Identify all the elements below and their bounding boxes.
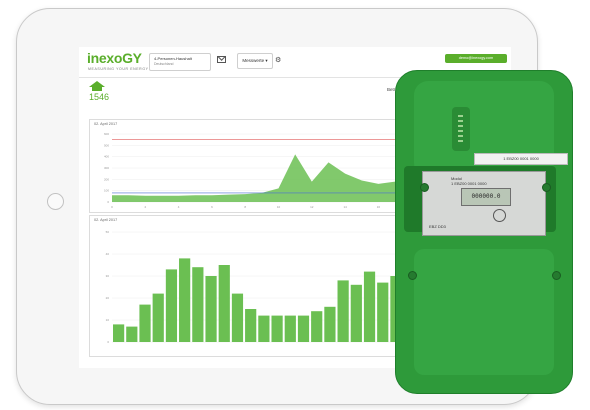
consumption-bar bbox=[297, 315, 310, 342]
y-tick-label: 30 bbox=[106, 274, 110, 278]
x-tick-label: 2 bbox=[144, 205, 146, 209]
y-tick-label: 300 bbox=[104, 166, 109, 170]
consumption-bar bbox=[258, 315, 270, 342]
y-tick-label: 200 bbox=[104, 177, 109, 181]
consumption-bar bbox=[363, 271, 376, 342]
consumption-bar bbox=[139, 304, 151, 342]
measure-dropdown[interactable]: Messwerte ▾ bbox=[237, 53, 273, 69]
settings-icon[interactable]: ⚙ bbox=[275, 56, 281, 64]
led-indicator bbox=[458, 120, 463, 122]
user-email-button[interactable]: demo@inexogy.com bbox=[445, 54, 507, 63]
meter-serial: 1 EBZ00 0001 0000 bbox=[451, 181, 487, 186]
screw-icon bbox=[552, 271, 561, 280]
consumption-bar bbox=[377, 282, 389, 342]
led-indicator bbox=[458, 140, 463, 142]
power-chart-title: 02. April 2017 bbox=[94, 122, 118, 126]
mail-icon[interactable] bbox=[217, 56, 226, 63]
consumption-bar bbox=[179, 258, 191, 342]
led-strip bbox=[452, 107, 470, 151]
y-tick-label: 0 bbox=[107, 200, 109, 204]
meter-dial-icon bbox=[493, 209, 506, 222]
consumption-bar bbox=[245, 309, 257, 342]
screw-icon bbox=[542, 183, 551, 192]
meter-display: 000000.0 bbox=[461, 188, 511, 206]
consumption-bar bbox=[284, 315, 296, 342]
led-indicator bbox=[458, 130, 463, 132]
house-icon bbox=[89, 81, 105, 91]
consumption-bar bbox=[192, 267, 204, 342]
x-tick-label: 12 bbox=[310, 205, 314, 209]
consumption-bar bbox=[324, 306, 336, 342]
home-button[interactable] bbox=[47, 193, 64, 210]
consumption-bar bbox=[311, 311, 323, 342]
brand-logo[interactable]: inexoGY bbox=[87, 50, 142, 66]
y-tick-label: 400 bbox=[104, 155, 109, 159]
led-indicator bbox=[458, 125, 463, 127]
consumption-chart-title: 02. April 2017 bbox=[94, 218, 118, 222]
x-tick-label: 4 bbox=[178, 205, 180, 209]
consumption-bar bbox=[231, 293, 244, 342]
x-tick-label: 16 bbox=[377, 205, 381, 209]
consumption-bar bbox=[113, 324, 125, 342]
household-country: Deutschland bbox=[154, 62, 174, 66]
y-tick-label: 50 bbox=[106, 230, 110, 234]
consumption-bar bbox=[152, 293, 164, 342]
serial-label: 1 EBZ00 0001 0000 bbox=[474, 153, 568, 165]
smart-meter-device: 1 EBZ00 0001 0000 Modul 1 EBZ00 0001 000… bbox=[395, 70, 573, 394]
led-indicator bbox=[458, 135, 463, 137]
household-name: 4-Personen-Haushalt bbox=[154, 56, 192, 61]
y-tick-label: 10 bbox=[106, 318, 110, 322]
device-bottom-cover bbox=[414, 249, 554, 375]
meter-face: Modul 1 EBZ00 0001 0000 000000.0 EBZ DD3 bbox=[422, 171, 546, 236]
consumption-bar bbox=[271, 315, 283, 342]
consumption-bar bbox=[205, 276, 217, 342]
meter-brand: EBZ DD3 bbox=[429, 224, 446, 229]
y-tick-label: 40 bbox=[106, 252, 110, 256]
consumption-bar bbox=[350, 284, 362, 342]
y-tick-label: 600 bbox=[104, 132, 109, 136]
y-tick-label: 100 bbox=[104, 189, 109, 193]
consumption-bar bbox=[337, 280, 349, 342]
screw-icon bbox=[408, 271, 417, 280]
consumption-bar bbox=[218, 265, 230, 342]
x-tick-label: 8 bbox=[244, 205, 246, 209]
device-top-cover: 1 EBZ00 0001 0000 bbox=[414, 81, 568, 177]
x-tick-label: 0 bbox=[111, 205, 113, 209]
x-tick-label: 14 bbox=[343, 205, 347, 209]
consumption-bar bbox=[165, 269, 178, 342]
screw-icon bbox=[420, 183, 429, 192]
household-select[interactable]: 4-Personen-Haushalt Deutschland bbox=[149, 53, 211, 71]
y-tick-label: 500 bbox=[104, 143, 109, 147]
brand-tagline: MEASURING YOUR ENERGY bbox=[88, 67, 149, 71]
y-tick-label: 0 bbox=[107, 340, 109, 344]
led-indicator bbox=[458, 115, 463, 117]
y-tick-label: 20 bbox=[106, 296, 110, 300]
consumption-bar bbox=[126, 326, 138, 342]
x-tick-label: 6 bbox=[211, 205, 213, 209]
meter-number: 1546 bbox=[89, 92, 110, 102]
x-tick-label: 10 bbox=[277, 205, 281, 209]
